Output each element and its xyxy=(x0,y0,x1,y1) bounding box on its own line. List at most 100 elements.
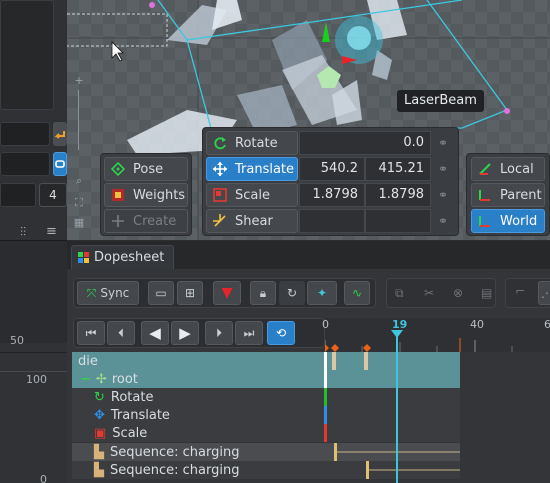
translate-y-field[interactable]: 415.21 xyxy=(365,157,431,181)
step-forward-icon: ⏵︎ xyxy=(215,325,222,340)
rotate-track-label: Rotate xyxy=(110,389,154,405)
curve-mode-button[interactable]: ⋰ xyxy=(538,281,550,305)
lock-button[interactable]: 🔒︎ xyxy=(250,281,276,305)
zoom-slider-icon[interactable]: + xyxy=(72,74,86,88)
rotate-label: Rotate xyxy=(235,135,278,151)
menu-icon[interactable]: ≡ xyxy=(46,224,57,239)
sequence-label-2: Sequence: charging xyxy=(110,462,240,478)
weights-label: Weights xyxy=(133,187,186,203)
rotate-timeline-row[interactable]: ↻ Rotate xyxy=(72,388,325,406)
scale-link-icon[interactable]: ⚭ xyxy=(432,183,454,207)
weights-button[interactable]: Weights xyxy=(104,183,188,207)
parent-axes-icon xyxy=(478,188,492,202)
filter-button[interactable]: ▼ xyxy=(213,281,241,305)
create-button[interactable]: Create xyxy=(104,209,188,233)
timeline-ruler[interactable]: 0 19 40 6 xyxy=(322,318,550,354)
playhead[interactable] xyxy=(396,332,398,483)
sequence-row-1[interactable]: ▙ Sequence: charging xyxy=(72,443,325,461)
last-frame-button[interactable]: ⏭︎ xyxy=(235,321,263,345)
sequence-row-2[interactable]: ▙ Sequence: charging xyxy=(72,461,325,479)
scale-track-icon: ▣ xyxy=(94,425,107,441)
loop-button[interactable]: ⟲ xyxy=(267,321,295,345)
paste-keys-button[interactable]: ⊞ xyxy=(177,281,203,305)
rotate-link-icon[interactable]: ⚭ xyxy=(432,131,454,155)
property-field-2[interactable] xyxy=(0,152,50,176)
scale-button[interactable]: Scale xyxy=(206,183,298,207)
loop-icon[interactable] xyxy=(53,152,67,176)
rotate-value-field[interactable]: 0.0 xyxy=(299,131,431,155)
rotate-value: 0.0 xyxy=(403,135,424,150)
arrow-back-icon[interactable] xyxy=(53,122,67,146)
grid-toggle-icon[interactable]: ▦ xyxy=(72,216,86,230)
sequence-icon: ▙ xyxy=(94,444,104,460)
sync-icon: ⤧ xyxy=(86,285,97,300)
world-label: World xyxy=(500,213,538,229)
sync-button[interactable]: ⤧ Sync xyxy=(77,281,139,305)
playhead-handle-icon[interactable] xyxy=(391,330,403,338)
shear-y-field[interactable] xyxy=(365,209,431,233)
keyframes-layer xyxy=(324,352,460,479)
pose-button[interactable]: Pose xyxy=(104,157,188,181)
cut-icon[interactable]: ✂ xyxy=(424,286,434,300)
tick-label-60: 6 xyxy=(544,318,550,331)
translate-x-field[interactable]: 540.2 xyxy=(299,157,365,181)
collapse-icon[interactable]: − xyxy=(80,372,91,387)
play-button[interactable]: ▶ xyxy=(171,321,199,345)
property-field-3[interactable] xyxy=(0,183,36,207)
graph-ruler: 50 100 0 xyxy=(0,334,67,483)
scale-label: Scale xyxy=(235,187,270,203)
pose-icon xyxy=(110,161,126,177)
property-field-1[interactable] xyxy=(0,122,50,146)
shear-link-icon[interactable]: ⚭ xyxy=(432,209,454,233)
scale-timeline-row[interactable]: ▣ Scale xyxy=(72,424,325,442)
bone-name-tooltip: LaserBeam xyxy=(397,90,484,112)
paste-icon[interactable]: ▤ xyxy=(481,286,492,300)
bone-row-root[interactable]: − ✢ root xyxy=(72,370,325,388)
number-field[interactable]: 4 xyxy=(39,183,67,207)
bezier-button[interactable]: ∿ xyxy=(344,281,370,305)
play-icon: ▶ xyxy=(179,324,191,342)
sliders-icon[interactable]: ⫶⫶ xyxy=(20,225,26,240)
fit-view-icon[interactable]: ⛶ xyxy=(72,196,86,210)
play-reverse-button[interactable]: ◀ xyxy=(141,321,169,345)
translate-timeline-row[interactable]: ✥ Translate xyxy=(72,406,325,424)
scale-y-field[interactable]: 1.8798 xyxy=(365,183,431,207)
zoom-slider-track[interactable] xyxy=(78,90,79,150)
tick-label-0: 0 xyxy=(322,318,329,331)
ruler-label-mid: 100 xyxy=(26,373,47,386)
first-frame-button[interactable]: ⏮︎ xyxy=(77,321,105,345)
copy-keys-button[interactable]: ▭ xyxy=(148,281,174,305)
animation-row[interactable]: die xyxy=(72,352,325,370)
loop-keys-button[interactable]: ↻ xyxy=(279,281,305,305)
rotate-icon xyxy=(213,136,227,150)
translate-button[interactable]: Translate xyxy=(206,157,298,181)
zoom-icon[interactable]: ⌕ xyxy=(72,174,86,188)
shear-label: Shear xyxy=(235,213,273,229)
parent-button[interactable]: Parent xyxy=(471,183,545,207)
filter-icon: ▼ xyxy=(221,285,233,301)
offset-icon[interactable]: ⌐ xyxy=(515,284,525,298)
next-frame-button[interactable]: ⏵︎ xyxy=(205,321,233,345)
shear-x-field[interactable] xyxy=(299,209,365,233)
rotate-button[interactable]: Rotate xyxy=(206,131,298,155)
dopesheet-tab[interactable]: Dopesheet xyxy=(71,245,174,269)
copy-icon[interactable]: ⧉ xyxy=(395,286,404,301)
world-button[interactable]: World xyxy=(471,209,545,233)
delete-icon[interactable]: ⊗ xyxy=(453,286,463,300)
create-label: Create xyxy=(133,213,177,229)
translate-link-icon[interactable]: ⚭ xyxy=(432,157,454,181)
scale-icon xyxy=(213,188,227,202)
skip-forward-icon: ⏭︎ xyxy=(243,325,255,340)
local-button[interactable]: Local xyxy=(471,157,545,181)
translate-y-value: 415.21 xyxy=(378,161,425,176)
ruler-ticks xyxy=(325,338,513,354)
play-reverse-icon: ◀ xyxy=(149,324,161,342)
scale-x-field[interactable]: 1.8798 xyxy=(299,183,365,207)
axes-panel: Local Parent World xyxy=(466,153,550,236)
create-icon xyxy=(111,214,125,228)
auto-key-button[interactable]: ✦ xyxy=(307,281,337,305)
translate-x-value: 540.2 xyxy=(320,161,358,176)
translate-icon xyxy=(213,162,227,176)
shear-button[interactable]: Shear xyxy=(206,209,298,233)
prev-frame-button[interactable]: ⏴︎ xyxy=(107,321,135,345)
